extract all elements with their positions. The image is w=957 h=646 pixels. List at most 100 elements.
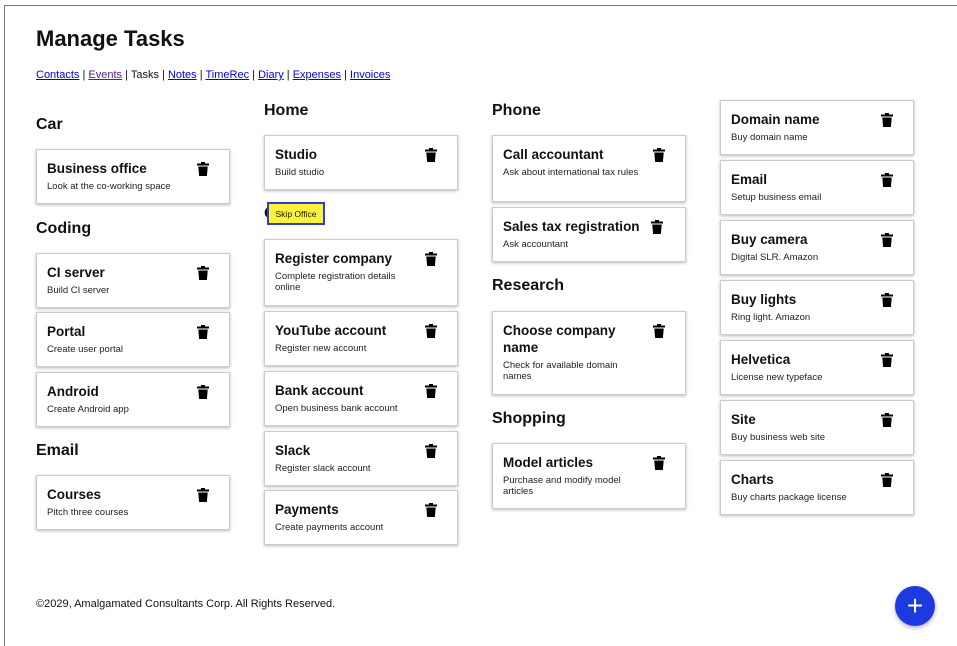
task-description: Open business bank account — [275, 403, 398, 414]
nav-link-diary[interactable]: Diary — [258, 69, 284, 81]
nav-link-timerec[interactable]: TimeRec — [205, 69, 249, 81]
task-description: Ask accountant — [503, 239, 568, 250]
task-title: Bank account — [275, 383, 364, 398]
trash-icon[interactable] — [881, 353, 893, 367]
trash-icon[interactable] — [197, 162, 209, 176]
task-title: Register company — [275, 251, 393, 266]
category-heading-coding: Coding — [36, 220, 92, 237]
trash-icon[interactable] — [881, 413, 893, 427]
trash-icon[interactable] — [197, 488, 209, 502]
trash-icon[interactable] — [881, 233, 893, 247]
task-card-register-company[interactable]: Register company Complete registration d… — [264, 239, 458, 306]
task-card-call-accountant[interactable]: Call accountant Ask about international … — [492, 135, 686, 202]
task-title: Choose company name — [503, 323, 616, 355]
task-description: License new typeface — [731, 372, 823, 383]
trash-icon[interactable] — [653, 456, 665, 470]
task-card-choose-company-name[interactable]: Choose company name Check for available … — [492, 311, 686, 395]
drag-tooltip: Skip Office — [267, 202, 325, 225]
task-card-model-articles[interactable]: Model articles Purchase and modify model… — [492, 443, 686, 509]
footer-copyright: ©2029, Amalgamated Consultants Corp. All… — [36, 598, 336, 610]
task-title: Android — [47, 384, 99, 399]
task-title: Buy camera — [731, 232, 808, 247]
nav-separator: | — [341, 69, 351, 81]
task-title: Sales tax registration — [503, 219, 640, 234]
task-description: Buy domain name — [731, 132, 808, 143]
task-card-portal[interactable]: Portal Create user portal — [36, 312, 230, 367]
task-title: Courses — [47, 487, 102, 502]
trash-icon[interactable] — [425, 148, 437, 162]
task-description: Build CI server — [47, 285, 110, 296]
nav-link-invoices[interactable]: Invoices — [350, 69, 390, 81]
nav-separator: | — [158, 69, 168, 81]
task-card-business-office[interactable]: Business office Look at the co-working s… — [36, 149, 230, 204]
task-card-site[interactable]: Site Buy business web site — [720, 400, 914, 455]
trash-icon[interactable] — [197, 325, 209, 339]
add-task-button[interactable]: + — [895, 586, 935, 626]
nav-separator: | — [283, 69, 293, 81]
trash-icon[interactable] — [425, 252, 437, 266]
nav-link-events[interactable]: Events — [88, 69, 122, 81]
task-card-bank-account[interactable]: Bank account Open business bank account — [264, 371, 458, 426]
task-card-slack[interactable]: Slack Register slack account — [264, 431, 458, 486]
trash-icon[interactable] — [881, 173, 893, 187]
task-card-payments[interactable]: Payments Create payments account — [264, 490, 458, 545]
task-card-email[interactable]: Email Setup business email — [720, 160, 914, 215]
nav-link-expenses[interactable]: Expenses — [293, 69, 341, 81]
task-description: Digital SLR. Amazon — [731, 252, 819, 263]
task-card-youtube-account[interactable]: YouTube account Register new account — [264, 311, 458, 366]
task-card-helvetica[interactable]: Helvetica License new typeface — [720, 340, 914, 395]
plus-icon: + — [906, 590, 924, 621]
task-description: Create user portal — [47, 344, 124, 355]
trash-icon[interactable] — [653, 148, 665, 162]
task-card-android[interactable]: Android Create Android app — [36, 372, 230, 427]
trash-icon[interactable] — [881, 113, 893, 127]
category-heading-home: Home — [264, 102, 309, 119]
trash-icon[interactable] — [425, 503, 437, 517]
trash-icon[interactable] — [651, 220, 663, 234]
trash-icon[interactable] — [881, 293, 893, 307]
task-description: Create payments account — [275, 522, 384, 533]
task-title: Payments — [275, 502, 339, 517]
trash-icon[interactable] — [881, 473, 893, 487]
task-card-studio[interactable]: Studio Build studio — [264, 135, 458, 190]
task-description: Look at the co-working space — [47, 181, 171, 192]
category-heading-research: Research — [492, 277, 565, 294]
trash-icon[interactable] — [425, 324, 437, 338]
category-heading-shopping: Shopping — [492, 410, 566, 427]
task-card-courses[interactable]: Courses Pitch three courses — [36, 475, 230, 530]
trash-icon[interactable] — [425, 444, 437, 458]
trash-icon[interactable] — [653, 324, 665, 338]
trash-icon[interactable] — [197, 266, 209, 280]
task-title: Model articles — [503, 455, 594, 470]
task-title: Call accountant — [503, 147, 604, 162]
task-description: Purchase and modify model articles — [503, 475, 621, 497]
trash-icon[interactable] — [425, 384, 437, 398]
task-title: CI server — [47, 265, 105, 280]
task-card-buy-lights[interactable]: Buy lights Ring light. Amazon — [720, 280, 914, 335]
task-title: Portal — [47, 324, 86, 339]
trash-icon[interactable] — [197, 385, 209, 399]
task-description: Buy business web site — [731, 432, 825, 443]
task-title: Email — [731, 172, 768, 187]
task-description: Setup business email — [731, 192, 822, 203]
page-title: Manage Tasks — [36, 26, 185, 51]
nav-separator: | — [249, 69, 259, 81]
window-frame-left — [4, 5, 5, 646]
window-frame-top — [4, 5, 957, 6]
task-title: YouTube account — [275, 323, 387, 338]
task-card-sales-tax-registration[interactable]: Sales tax registration Ask accountant — [492, 207, 686, 262]
task-card-domain-name[interactable]: Domain name Buy domain name — [720, 100, 914, 155]
task-description: Buy charts package license — [731, 492, 847, 503]
task-title: Buy lights — [731, 292, 797, 307]
nav-separator: | — [122, 69, 131, 81]
task-card-ci-server[interactable]: CI server Build CI server — [36, 253, 230, 308]
task-card-charts[interactable]: Charts Buy charts package license — [720, 460, 914, 515]
task-title: Site — [731, 412, 756, 427]
task-description: Ask about international tax rules — [503, 167, 639, 178]
nav-link-contacts[interactable]: Contacts — [36, 69, 79, 81]
task-description: Ring light. Amazon — [731, 312, 811, 323]
nav-link-notes[interactable]: Notes — [168, 69, 197, 81]
task-card-buy-camera[interactable]: Buy camera Digital SLR. Amazon — [720, 220, 914, 275]
task-title: Studio — [275, 147, 317, 162]
task-title: Slack — [275, 443, 311, 458]
